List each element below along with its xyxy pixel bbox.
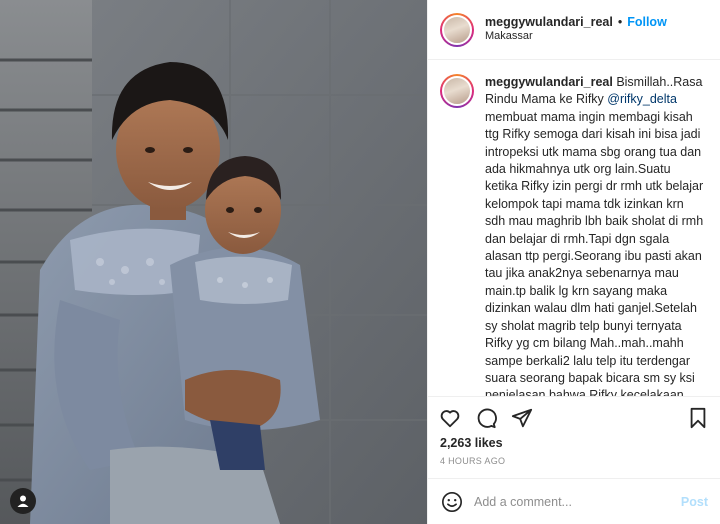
post-side-panel: meggywulandari_real • Follow Makassar me… xyxy=(427,0,720,524)
action-bar xyxy=(428,396,720,432)
follow-button[interactable]: Follow xyxy=(627,15,667,31)
caption-username-link[interactable]: meggywulandari_real xyxy=(485,75,613,89)
post-timestamp[interactable]: 4 HOURS AGO xyxy=(428,450,720,478)
comment-button[interactable] xyxy=(474,406,498,430)
save-button[interactable] xyxy=(686,406,710,430)
post-photo[interactable] xyxy=(0,0,427,524)
separator-dot: • xyxy=(617,14,623,29)
caption-section: meggywulandari_real Bismillah..Rasa Rind… xyxy=(428,60,720,396)
likes-count[interactable]: 2,263 likes xyxy=(428,432,720,450)
paper-plane-icon xyxy=(511,408,533,427)
emoji-button[interactable] xyxy=(440,490,464,514)
comment-icon xyxy=(477,408,497,428)
caption-avatar[interactable] xyxy=(440,74,474,108)
comment-bar: Post xyxy=(428,478,720,524)
photo-illustration xyxy=(0,0,427,524)
username-link[interactable]: meggywulandari_real xyxy=(485,15,613,31)
location-link[interactable]: Makassar xyxy=(485,30,667,44)
share-button[interactable] xyxy=(510,406,534,430)
smiley-icon xyxy=(442,491,462,512)
mention-link[interactable]: @rifky_delta xyxy=(607,92,677,106)
user-tag-icon xyxy=(17,495,29,507)
user-tag-button[interactable] xyxy=(10,488,36,514)
instagram-post: meggywulandari_real • Follow Makassar me… xyxy=(0,0,720,524)
avatar[interactable] xyxy=(440,12,474,47)
post-comment-button[interactable]: Post xyxy=(681,495,708,509)
like-button[interactable] xyxy=(438,406,462,430)
caption-text: meggywulandari_real Bismillah..Rasa Rind… xyxy=(485,74,705,396)
bookmark-icon xyxy=(690,407,706,428)
comment-input[interactable] xyxy=(474,494,681,509)
caption-body-rest: membuat mama ingin membagi kisah ttg Rif… xyxy=(485,109,704,396)
post-header: meggywulandari_real • Follow Makassar xyxy=(428,0,720,60)
heart-icon xyxy=(440,409,460,427)
